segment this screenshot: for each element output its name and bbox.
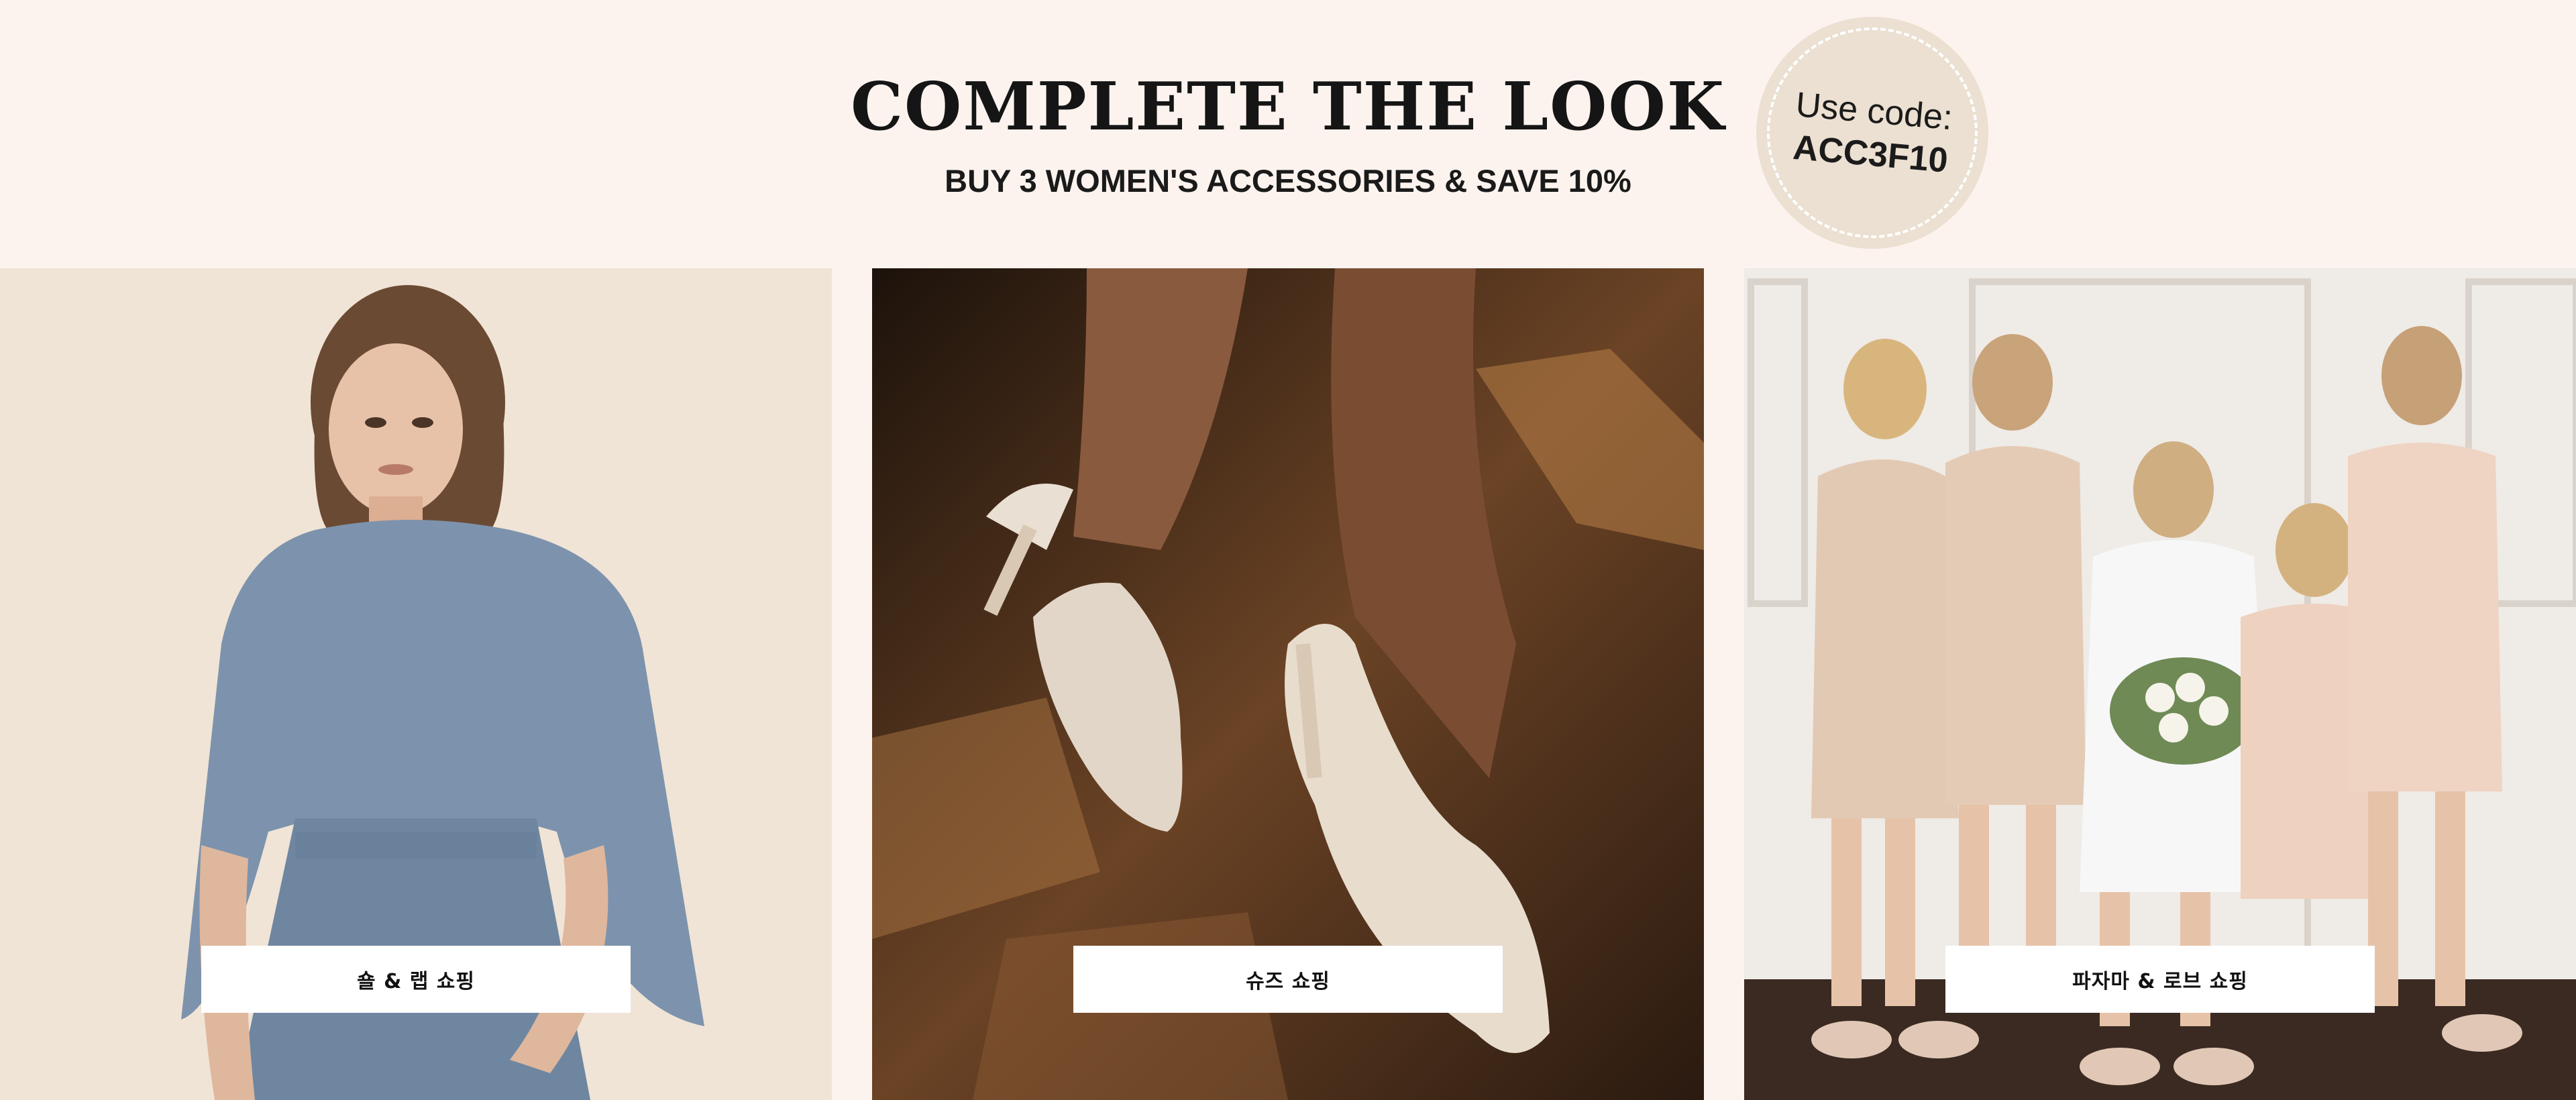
page-title: COMPLETE THE LOOK (850, 68, 1726, 146)
shop-wraps-button[interactable]: 숄 & 랩 쇼핑 (201, 946, 631, 1013)
panel-robes[interactable]: 파자마 & 로브 쇼핑 (1744, 268, 2576, 1100)
panel-wraps[interactable]: 숄 & 랩 쇼핑 (0, 268, 832, 1100)
shop-robes-button[interactable]: 파자마 & 로브 쇼핑 (1945, 946, 2375, 1013)
promo-header: COMPLETE THE LOOK BUY 3 WOMEN'S ACCESSOR… (0, 0, 2576, 268)
panel-shoes[interactable]: 슈즈 쇼핑 (872, 268, 1704, 1100)
promo-subtitle: BUY 3 WOMEN'S ACCESSORIES & SAVE 10% (945, 163, 1631, 199)
shop-shoes-button[interactable]: 슈즈 쇼핑 (1073, 946, 1503, 1013)
promo-code-badge: Use code: ACC3F10 (1756, 17, 1988, 249)
